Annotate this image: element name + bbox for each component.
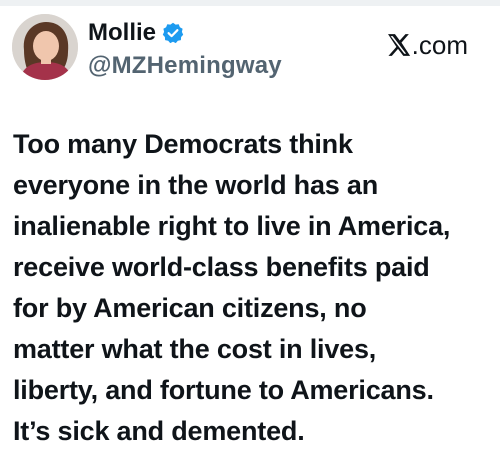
verified-badge-icon (162, 22, 184, 44)
author-identity: Mollie @MZHemingway (88, 18, 282, 81)
brand-label: .com (411, 30, 468, 60)
post-header: Mollie @MZHemingway .com (12, 14, 488, 84)
profile-photo-icon (12, 14, 78, 80)
post-text: Too many Democrats think everyone in the… (13, 129, 451, 446)
display-name[interactable]: Mollie (88, 18, 156, 48)
top-divider (0, 0, 500, 6)
name-row: Mollie (88, 18, 282, 48)
x-logo-icon (385, 32, 411, 58)
brand-mark: .com (385, 28, 468, 62)
avatar[interactable] (12, 14, 78, 80)
author-handle[interactable]: @MZHemingway (88, 51, 282, 81)
